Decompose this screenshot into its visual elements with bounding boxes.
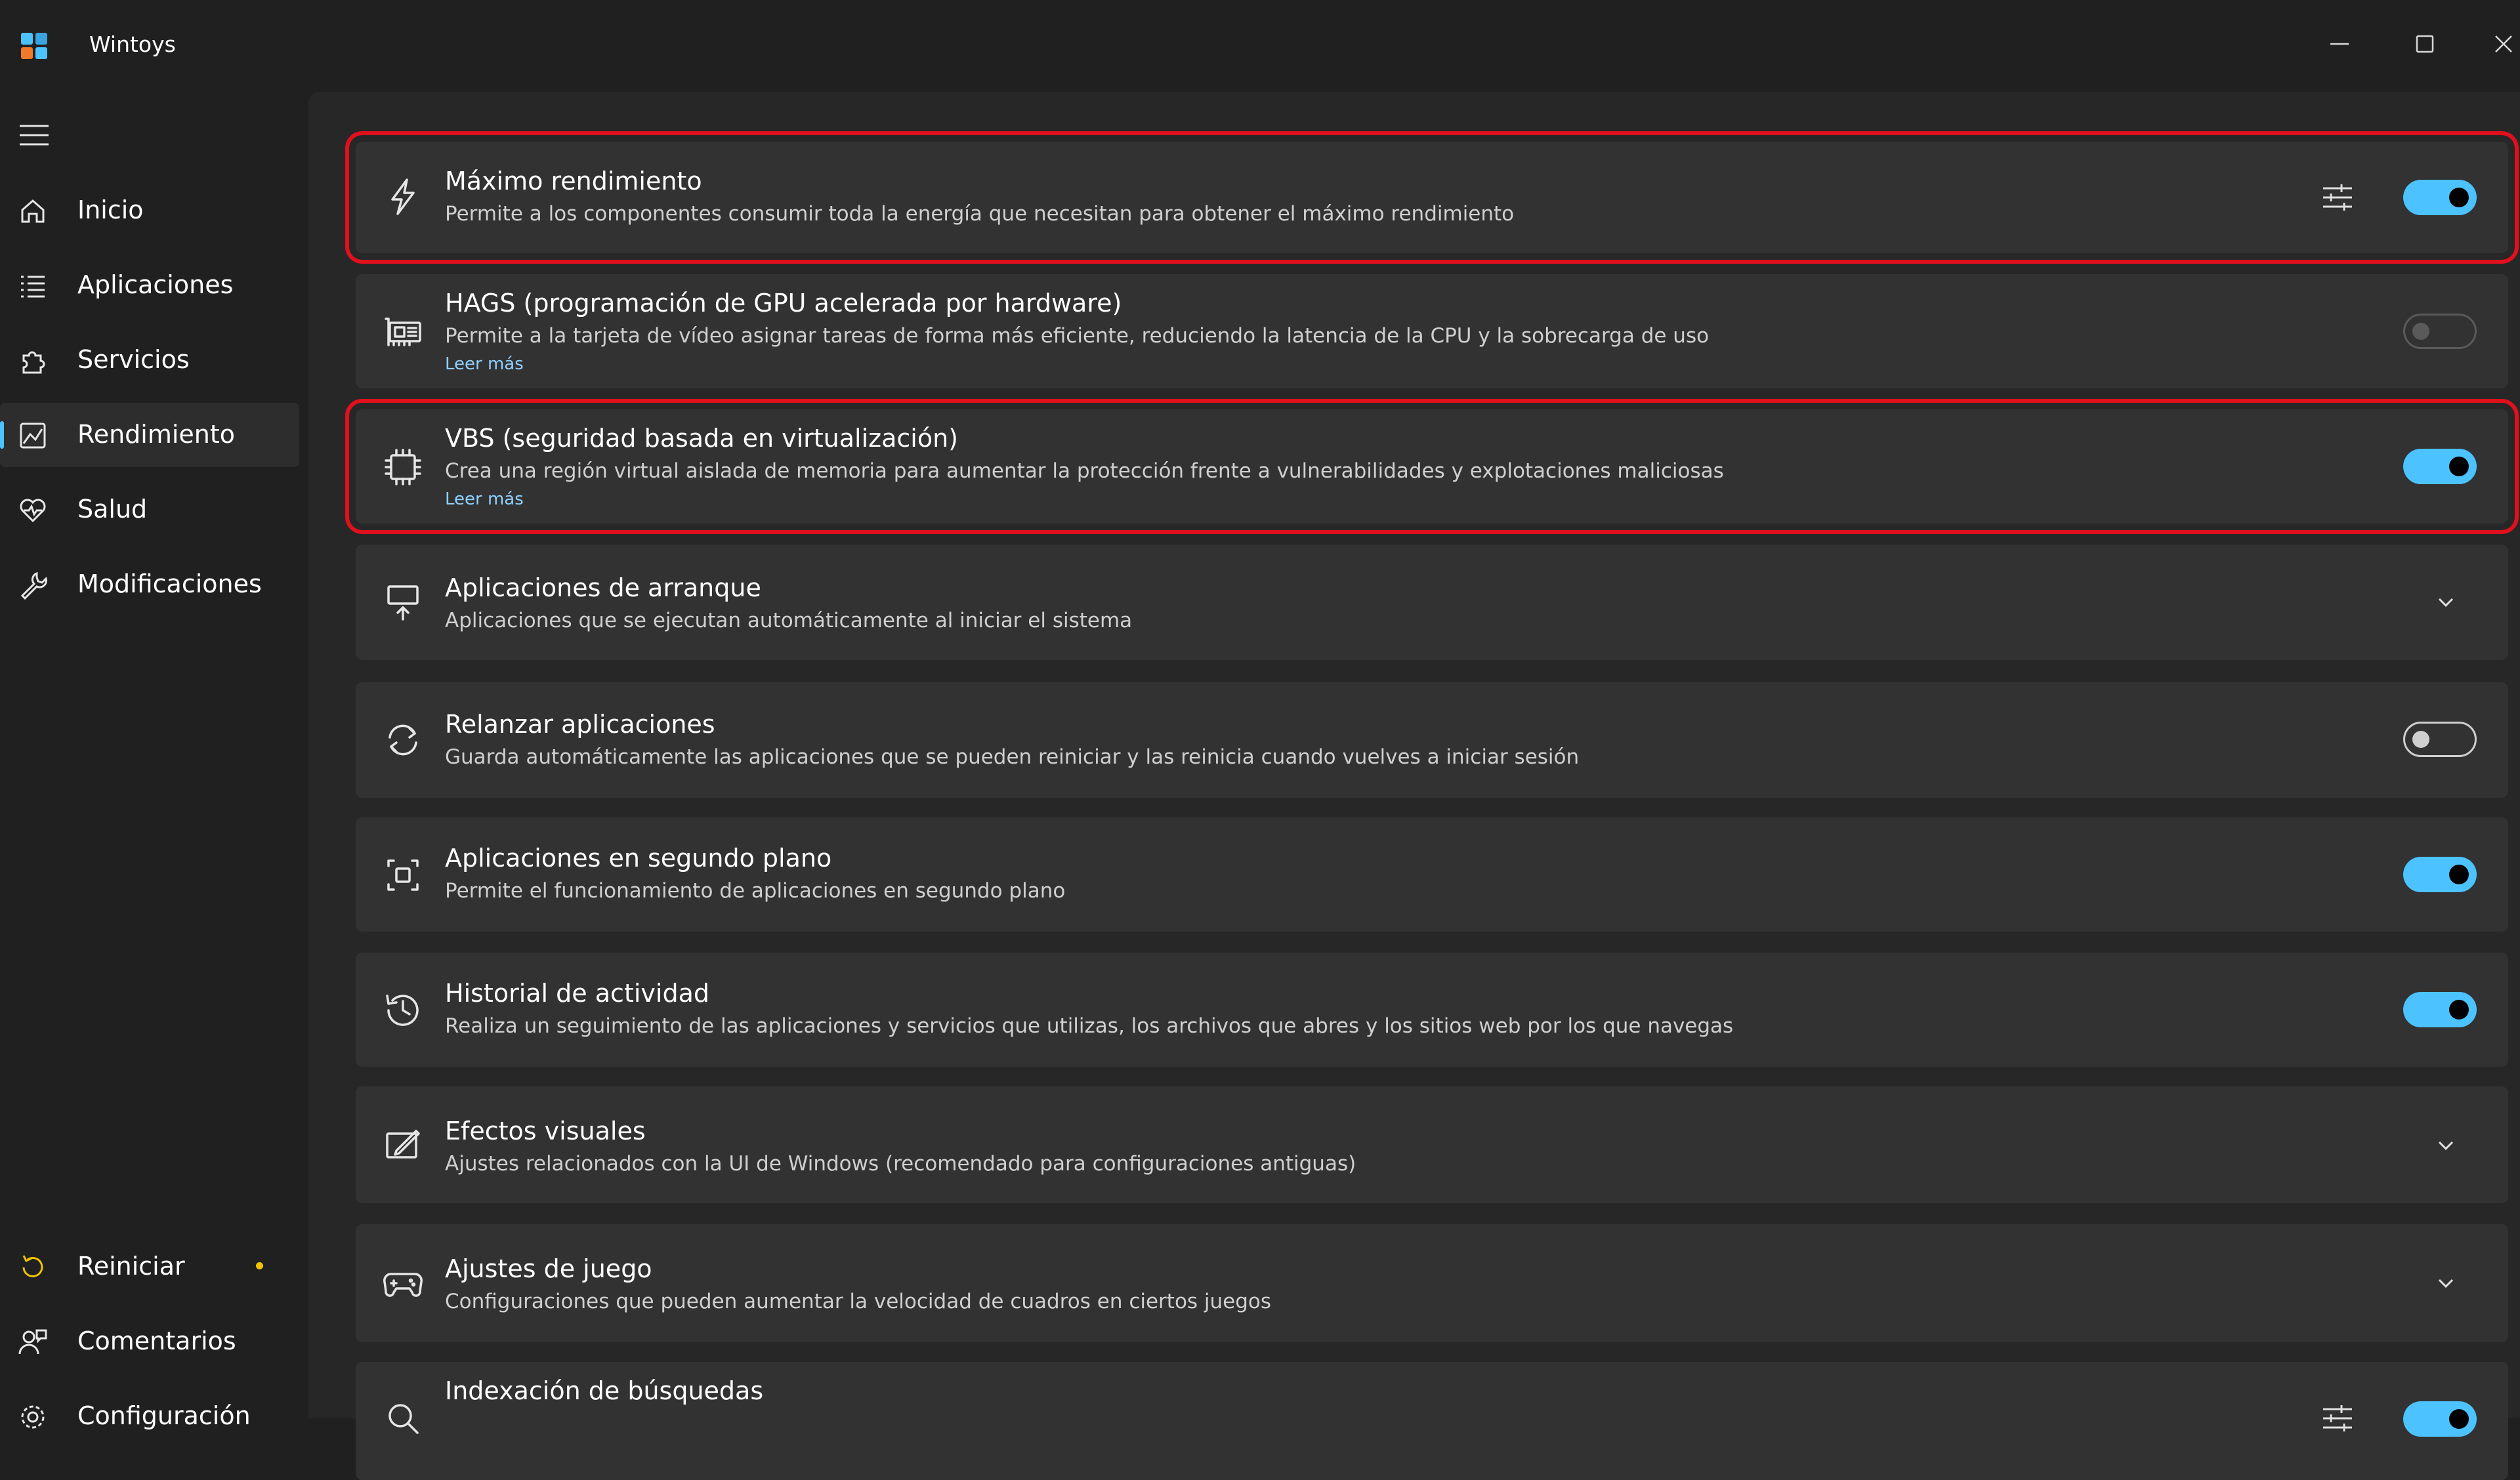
gpu-icon — [382, 311, 424, 353]
card-description: Permite a la tarjeta de vídeo asignar ta… — [445, 324, 1710, 348]
setting-card-aplicaciones-arranque[interactable]: Aplicaciones de arranque Aplicaciones qu… — [356, 545, 2508, 660]
card-title: HAGS (programación de GPU acelerada por … — [445, 289, 1122, 318]
maximize-icon — [2416, 35, 2434, 53]
card-title: Máximo rendimiento — [445, 167, 702, 195]
gamepad-icon — [382, 1262, 424, 1304]
sidebar-item-salud[interactable]: Salud — [0, 478, 299, 542]
app-title: Wintoys — [89, 31, 176, 57]
toggle-switch[interactable] — [2403, 1401, 2477, 1437]
toggle-switch[interactable] — [2403, 992, 2477, 1027]
toggle-switch[interactable] — [2403, 722, 2477, 757]
visual-effects-icon — [382, 1124, 424, 1166]
heart-icon — [17, 495, 49, 526]
setting-card-relanzar-aplicaciones: Relanzar aplicaciones Guarda automáticam… — [356, 682, 2508, 798]
setting-card-indexacion-busquedas: Indexación de búsquedas — [356, 1362, 2508, 1480]
setting-card-ajustes-juego[interactable]: Ajustes de juego Configuraciones que pue… — [356, 1224, 2508, 1342]
setting-card-maximo-rendimiento: Máximo rendimiento Permite a los compone… — [345, 131, 2519, 264]
sidebar-item-comentarios[interactable]: Comentarios — [0, 1309, 299, 1374]
sidebar-item-reiniciar[interactable]: Reiniciar — [0, 1235, 299, 1299]
chevron-down-icon[interactable] — [2433, 589, 2459, 615]
sidebar-item-servicios[interactable]: Servicios — [0, 328, 299, 392]
card-description: Ajustes relacionados con la UI de Window… — [445, 1152, 1356, 1176]
search-icon — [382, 1397, 424, 1439]
restart-icon — [17, 1252, 49, 1283]
puzzle-icon — [17, 345, 49, 377]
toggle-switch[interactable] — [2403, 857, 2477, 892]
card-description: Crea una región virtual aislada de memor… — [445, 459, 1724, 483]
card-title: Aplicaciones en segundo plano — [445, 844, 832, 873]
sidebar-item-configuracion[interactable]: Configuración — [0, 1384, 299, 1449]
minimize-icon — [2330, 43, 2349, 45]
card-description: Permite a los componentes consumir toda … — [445, 202, 1515, 226]
setting-card-efectos-visuales[interactable]: Efectos visuales Ajustes relacionados co… — [356, 1086, 2508, 1203]
sidebar-item-modificaciones[interactable]: Modificaciones — [0, 552, 299, 617]
sliders-icon[interactable] — [2318, 1399, 2357, 1438]
sidebar-item-rendimiento[interactable]: Rendimiento — [0, 403, 299, 467]
card-description: Aplicaciones que se ejecutan automáticam… — [445, 609, 1133, 632]
card-description: Configuraciones que pueden aumentar la v… — [445, 1290, 1272, 1313]
feedback-icon — [17, 1326, 49, 1358]
wrench-icon — [17, 569, 49, 601]
sidebar-item-label: Configuración — [77, 1401, 251, 1430]
lightning-icon — [382, 176, 424, 218]
active-indicator — [0, 421, 4, 449]
toggle-switch[interactable] — [2403, 314, 2477, 349]
sidebar-item-label: Rendimiento — [77, 420, 236, 449]
sidebar-item-label: Comentarios — [77, 1326, 236, 1355]
setting-card-aplicaciones-segundo-plano: Aplicaciones en segundo plano Permite el… — [356, 817, 2508, 932]
sidebar-item-aplicaciones[interactable]: Aplicaciones — [0, 253, 299, 318]
sidebar-item-label: Servicios — [77, 345, 190, 374]
chevron-down-icon[interactable] — [2433, 1132, 2459, 1159]
chip-icon — [382, 446, 424, 488]
chevron-down-icon[interactable] — [2433, 1270, 2459, 1296]
relaunch-icon — [382, 719, 424, 761]
card-title: Efectos visuales — [445, 1117, 646, 1145]
background-apps-icon — [382, 854, 424, 896]
read-more-link[interactable]: Leer más — [445, 489, 524, 509]
performance-icon — [17, 420, 49, 451]
sliders-icon[interactable] — [2318, 178, 2357, 217]
card-description: Permite el funcionamiento de aplicacione… — [445, 879, 1066, 903]
settings-icon — [17, 1401, 49, 1433]
wintoys-logo-icon — [21, 33, 47, 59]
setting-card-vbs: VBS (seguridad basada en virtualización)… — [345, 399, 2519, 534]
toggle-switch[interactable] — [2403, 449, 2477, 484]
maximize-button[interactable] — [2389, 14, 2461, 73]
home-icon — [17, 195, 49, 227]
sidebar-item-label: Salud — [77, 495, 148, 524]
card-title: Aplicaciones de arranque — [445, 573, 761, 602]
card-title: VBS (seguridad basada en virtualización) — [445, 424, 959, 453]
card-description: Realiza un seguimiento de las aplicacion… — [445, 1014, 1734, 1038]
sidebar-item-inicio[interactable]: Inicio — [0, 178, 299, 243]
title-bar: Wintoys — [0, 0, 2520, 92]
sidebar-item-label: Aplicaciones — [77, 270, 234, 299]
card-description: Guarda automáticamente las aplicaciones … — [445, 745, 1580, 769]
close-button[interactable] — [2468, 14, 2520, 73]
history-icon — [382, 989, 424, 1031]
card-title: Ajustes de juego — [445, 1254, 652, 1283]
update-badge — [256, 1262, 263, 1269]
toggle-switch[interactable] — [2403, 180, 2477, 215]
apps-list-icon — [17, 270, 49, 302]
read-more-link[interactable]: Leer más — [445, 354, 524, 374]
card-title: Indexación de búsquedas — [445, 1376, 764, 1405]
sidebar-item-label: Inicio — [77, 195, 144, 224]
minimize-button[interactable] — [2303, 14, 2376, 73]
hamburger-icon[interactable] — [17, 122, 51, 148]
card-title: Historial de actividad — [445, 979, 709, 1008]
startup-icon — [382, 581, 424, 623]
close-icon — [2495, 35, 2512, 52]
sidebar-item-label: Modificaciones — [77, 569, 262, 598]
sidebar-item-label: Reiniciar — [77, 1252, 185, 1281]
setting-card-hags: HAGS (programación de GPU acelerada por … — [356, 274, 2508, 388]
card-title: Relanzar aplicaciones — [445, 710, 715, 739]
setting-card-historial-actividad: Historial de actividad Realiza un seguim… — [356, 953, 2508, 1067]
